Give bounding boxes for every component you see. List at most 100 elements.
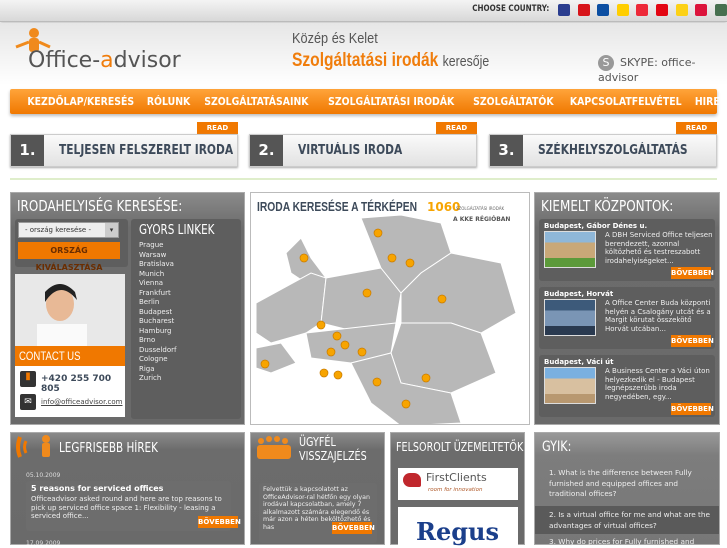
feature-virtual-office[interactable]: 2. VIRTUÁLIS IRODA — [249, 134, 477, 167]
quick-link[interactable]: Munich — [139, 270, 176, 280]
office-photo[interactable] — [544, 367, 596, 404]
tagline-highlight: Szolgáltatási irodák — [292, 50, 439, 71]
quick-links-title: GYORS LINKEK — [139, 223, 215, 238]
featured-more-button[interactable]: BŐVEBBEN — [671, 267, 714, 279]
news-item-title[interactable]: 5 reasons for serviced offices — [31, 484, 163, 493]
map-country — [390, 322, 497, 394]
featured-center-title[interactable]: Budapest, Horvát — [544, 290, 613, 298]
feedback-more-button[interactable]: BŐVEBBEN — [332, 522, 375, 534]
germany-flag-icon[interactable] — [616, 4, 629, 16]
office-photo[interactable] — [544, 231, 596, 268]
logo[interactable]: Office-advisor — [28, 48, 181, 73]
quick-link[interactable]: Zurich — [139, 374, 176, 384]
tagline-suffix: keresője — [442, 53, 490, 70]
quick-link[interactable]: Brno — [139, 336, 176, 346]
quick-link[interactable]: Warsaw — [139, 251, 176, 261]
office-location-marker[interactable] — [405, 258, 415, 268]
news-more-button[interactable]: BŐVEBBEN — [198, 516, 241, 528]
faq-item[interactable]: 1. What is the difference between Fully … — [549, 468, 717, 500]
uk-flag-icon[interactable] — [558, 4, 570, 16]
quick-link[interactable]: Cologne — [139, 355, 176, 365]
nav-about[interactable]: RÓLUNK — [147, 95, 190, 108]
skype-icon: S — [598, 55, 614, 71]
office-location-marker[interactable] — [260, 359, 270, 369]
quick-link[interactable]: Berlin — [139, 298, 176, 308]
czech-flag-icon[interactable] — [577, 4, 590, 16]
quick-link[interactable]: Budapest — [139, 308, 176, 318]
office-location-marker[interactable] — [437, 294, 447, 304]
featured-center-card[interactable]: Budapest, Váci út A Business Center a Vá… — [539, 355, 715, 417]
quick-link[interactable]: Bucharest — [139, 317, 176, 327]
news-figure-icon — [16, 435, 50, 458]
slovakia-flag-icon[interactable] — [597, 4, 610, 16]
map-panel: IRODA KERESÉSE A TÉRKÉPEN 1060 SZOLGÁLTA… — [250, 192, 530, 425]
nav-providers[interactable]: SZOLGÁLTATÓK — [473, 95, 553, 108]
quick-links-box: GYORS LINKEK Prague Warsaw Bratislava Munic… — [131, 219, 241, 419]
logo-text: dvisor — [113, 48, 181, 73]
featured-center-card[interactable]: Budapest, Gábor Dénes u. A DBH Serviced … — [539, 219, 715, 281]
office-location-marker[interactable] — [316, 320, 326, 330]
quick-link[interactable]: Vienna — [139, 279, 176, 289]
support-agent-photo — [15, 274, 125, 346]
regus-name: Regus — [416, 517, 499, 546]
search-title: IRODAHELYISÉG KERESÉSE: — [17, 197, 183, 215]
quick-link[interactable]: Riga — [139, 365, 176, 375]
office-location-marker[interactable] — [421, 373, 431, 383]
nav-home[interactable]: KEZDŐLAP/KERESÉS — [27, 95, 134, 108]
austria-flag-icon[interactable] — [636, 4, 649, 16]
quick-link[interactable]: Hamburg — [139, 327, 176, 337]
office-location-marker[interactable] — [387, 253, 397, 263]
poland-flag-icon[interactable] — [695, 4, 708, 16]
feature-registered-address[interactable]: 3. SZÉKHELYSZOLGÁLTATÁS — [489, 134, 717, 167]
nav-contact[interactable]: KAPCSOLATFELVÉTEL — [570, 95, 682, 108]
hungary-flag-icon[interactable] — [714, 4, 727, 16]
featured-center-title[interactable]: Budapest, Váci út — [544, 358, 614, 366]
featured-center-title[interactable]: Budapest, Gábor Dénes u. — [544, 222, 647, 230]
faq-title: GYIK: — [542, 439, 572, 455]
regus-logo[interactable]: Regus — [398, 507, 518, 546]
select-country-button[interactable]: ORSZÁG KIVÁLASZTÁSA — [18, 242, 120, 272]
office-location-marker[interactable] — [333, 370, 343, 380]
office-location-marker[interactable] — [362, 288, 372, 298]
faq-panel: GYIK: 1. What is the difference between … — [534, 432, 720, 548]
read-more-button-2[interactable]: READ MORE — [436, 122, 477, 144]
office-location-marker[interactable] — [326, 347, 336, 357]
office-location-marker[interactable] — [357, 347, 367, 357]
office-location-marker[interactable] — [401, 399, 411, 409]
featured-center-text: A DBH Serviced Office teljesen berendeze… — [605, 231, 713, 265]
office-location-marker[interactable] — [372, 377, 382, 387]
news-panel: LEGFRISEBB HÍREK 05.10.2009 5 reasons fo… — [10, 432, 245, 547]
quick-link[interactable]: Dusseldorf — [139, 346, 176, 356]
nav-news[interactable]: HIREK — [695, 95, 727, 108]
featured-more-button[interactable]: BŐVEBBEN — [671, 335, 714, 347]
office-location-marker[interactable] — [319, 368, 329, 378]
news-item[interactable]: 5 reasons for serviced offices Officeadv… — [26, 481, 241, 531]
quick-link[interactable]: Prague — [139, 241, 176, 251]
switzerland-flag-icon[interactable] — [656, 4, 668, 16]
office-location-marker[interactable] — [299, 253, 309, 263]
quick-link[interactable]: Frankfurt — [139, 289, 176, 299]
map-country — [255, 342, 297, 374]
faq-item[interactable]: 2. Is a virtual office for me and what a… — [549, 510, 717, 531]
office-location-marker[interactable] — [340, 340, 350, 350]
region-map[interactable]: IRODA KERESÉSE A TÉRKÉPEN 1060 SZOLGÁLTA… — [251, 193, 530, 425]
office-location-marker[interactable] — [373, 228, 383, 238]
read-more-button-3[interactable]: READ MORE — [676, 122, 717, 144]
romania-flag-icon[interactable] — [675, 4, 688, 16]
featured-center-card[interactable]: Budapest, Horvát A Office Center Buda kö… — [539, 287, 715, 349]
office-photo[interactable] — [544, 299, 596, 336]
featured-more-button[interactable]: BŐVEBBEN — [671, 403, 714, 415]
skype-contact[interactable]: S SKYPE: office-advisor — [598, 55, 727, 84]
nav-offices[interactable]: SZOLGÁLTATÁSI IRODÁK — [328, 95, 454, 108]
office-location-marker[interactable] — [332, 331, 342, 341]
read-more-button-1[interactable]: READ MORE — [197, 122, 238, 144]
quick-link[interactable]: Bratislava — [139, 260, 176, 270]
country-select[interactable]: - ország keresése - ▾ — [18, 222, 119, 238]
email-link[interactable]: info@officeadvisor.com — [41, 398, 123, 406]
faq-item[interactable]: 3. Why do prices for Fully furnished and — [549, 537, 717, 548]
nav-services[interactable]: SZOLGÁLTATÁSAINK — [204, 95, 308, 108]
feature-full-office[interactable]: 1. TELJESEN FELSZERELT IRODA — [10, 134, 238, 167]
news-item-text: Officeadvisor asked round and here are t… — [31, 495, 222, 520]
firstclients-logo[interactable]: FirstClients room for innovation — [398, 468, 518, 500]
featured-center-text: A Business Center a Váci úton helyezkedi… — [605, 367, 710, 401]
